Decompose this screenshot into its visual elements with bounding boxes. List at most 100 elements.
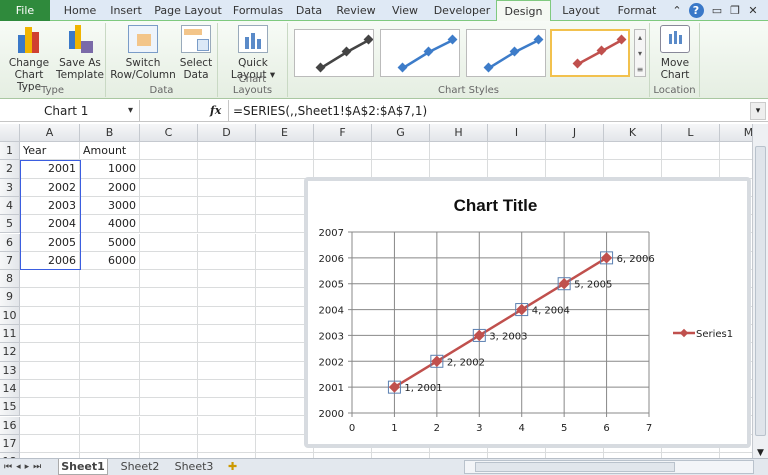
row-header[interactable]: 13 (0, 361, 20, 380)
cell[interactable] (198, 160, 256, 179)
cell[interactable]: 3000 (80, 196, 140, 216)
cell[interactable] (604, 160, 662, 179)
cell[interactable] (256, 160, 314, 179)
cell[interactable] (198, 270, 256, 289)
tab-home[interactable]: Home (58, 0, 102, 21)
column-header[interactable]: I (488, 124, 546, 142)
sheet-tab-sheet2[interactable]: Sheet2 (118, 459, 162, 475)
tab-design[interactable]: Design (496, 0, 551, 22)
cell[interactable] (198, 288, 256, 307)
chart-style-3[interactable] (466, 29, 546, 77)
cell[interactable] (20, 398, 80, 417)
column-header[interactable]: E (256, 124, 314, 142)
cell[interactable] (140, 325, 198, 344)
cell[interactable] (488, 142, 546, 161)
cell[interactable] (80, 361, 140, 380)
cell[interactable] (488, 160, 546, 179)
tab-layout[interactable]: Layout (556, 0, 606, 21)
cell[interactable] (372, 142, 430, 161)
expand-formula-bar-icon[interactable]: ▾ (750, 102, 766, 120)
row-header[interactable]: 4 (0, 196, 20, 216)
change-chart-type-button[interactable]: Change Chart Type (4, 25, 54, 93)
column-header[interactable]: J (546, 124, 604, 142)
chart-style-1[interactable] (294, 29, 374, 77)
cell[interactable] (720, 142, 752, 161)
cell[interactable] (314, 142, 372, 161)
cell[interactable] (140, 379, 198, 399)
row-header[interactable]: 14 (0, 379, 20, 399)
cell[interactable] (80, 325, 140, 344)
cell[interactable] (430, 160, 488, 179)
cell[interactable] (140, 160, 198, 179)
minimize-window-icon[interactable]: ▭ (710, 0, 724, 21)
cell[interactable] (198, 434, 256, 454)
tab-file[interactable]: File (0, 0, 50, 21)
tab-review[interactable]: Review (333, 0, 379, 21)
insert-function-icon[interactable]: fx (210, 100, 221, 122)
cell[interactable] (198, 251, 256, 271)
minimize-ribbon-icon[interactable]: ⌃ (670, 0, 684, 21)
column-header[interactable]: C (140, 124, 198, 142)
cell[interactable] (662, 160, 720, 179)
cell[interactable] (140, 343, 198, 362)
cell[interactable] (20, 288, 80, 307)
select-all-corner[interactable] (0, 124, 20, 142)
cell[interactable] (314, 160, 372, 179)
cell[interactable]: 2000 (80, 178, 140, 197)
row-header[interactable]: 6 (0, 233, 20, 252)
cell[interactable] (140, 306, 198, 325)
row-header[interactable]: 11 (0, 325, 20, 344)
cell[interactable] (80, 416, 140, 435)
row-header[interactable]: 12 (0, 343, 20, 362)
row-header[interactable]: 10 (0, 306, 20, 325)
cell[interactable] (140, 251, 198, 271)
cell[interactable] (720, 160, 752, 179)
tab-format[interactable]: Format (612, 0, 662, 21)
move-chart-button[interactable]: Move Chart (654, 25, 696, 81)
row-header[interactable]: 17 (0, 434, 20, 454)
help-icon[interactable]: ? (688, 0, 704, 21)
cell[interactable] (198, 233, 256, 252)
column-header[interactable]: A (20, 124, 80, 142)
cell[interactable] (80, 288, 140, 307)
cell[interactable] (198, 398, 256, 417)
save-as-template-button[interactable]: Save As Template (56, 25, 104, 81)
cell[interactable] (198, 416, 256, 435)
cell[interactable] (140, 178, 198, 197)
cell[interactable] (20, 306, 80, 325)
column-header[interactable]: H (430, 124, 488, 142)
row-header[interactable]: 3 (0, 178, 20, 197)
cell[interactable]: Year (20, 142, 80, 161)
cell[interactable] (140, 215, 198, 234)
cell[interactable] (80, 343, 140, 362)
cell[interactable] (546, 142, 604, 161)
row-header[interactable]: 15 (0, 398, 20, 417)
cell[interactable] (140, 398, 198, 417)
column-header[interactable]: G (372, 124, 430, 142)
chart[interactable]: Chart Title 2000 2001 2002 2003 2004 2005 2006 2… (304, 177, 751, 448)
cell[interactable] (140, 196, 198, 216)
formula-input[interactable]: =SERIES(,,Sheet1!$A$2:$A$7,1) (228, 100, 750, 122)
cell[interactable] (140, 270, 198, 289)
cell[interactable] (80, 270, 140, 289)
row-header[interactable]: 7 (0, 251, 20, 271)
cell[interactable] (80, 434, 140, 454)
insert-sheet-icon[interactable]: ✚ (228, 459, 237, 475)
horizontal-scrollbar[interactable] (464, 460, 754, 474)
cell[interactable] (20, 343, 80, 362)
column-header[interactable]: M (720, 124, 752, 142)
cell[interactable] (20, 379, 80, 399)
cell[interactable] (140, 142, 198, 161)
cell[interactable] (198, 215, 256, 234)
cell[interactable] (198, 178, 256, 197)
cell[interactable] (140, 288, 198, 307)
cell[interactable] (140, 434, 198, 454)
cell[interactable] (256, 142, 314, 161)
tab-page-layout[interactable]: Page Layout (152, 0, 224, 21)
cell[interactable] (430, 142, 488, 161)
cell[interactable]: 4000 (80, 215, 140, 234)
column-header[interactable]: F (314, 124, 372, 142)
cell[interactable] (20, 361, 80, 380)
tab-view[interactable]: View (388, 0, 422, 21)
cell[interactable] (372, 160, 430, 179)
